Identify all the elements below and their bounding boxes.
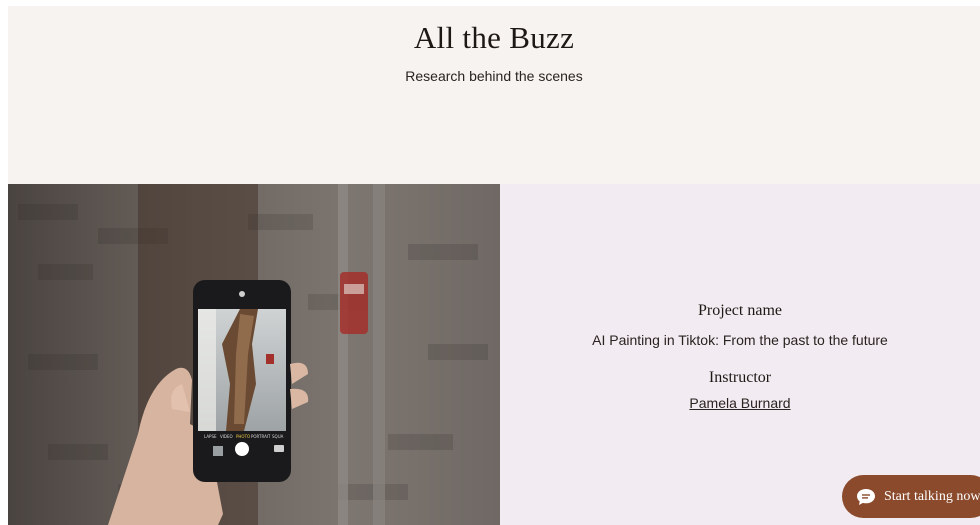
instructor-heading: Instructor	[708, 369, 772, 386]
page: All the Buzz Research behind the scenes	[8, 6, 980, 525]
hero-photo: LAPSE VIDEO PHOTO PORTRAIT SQUA	[8, 184, 500, 525]
start-chat-button[interactable]: Start talking now	[842, 475, 980, 518]
camera-mode-label: VIDEO	[220, 434, 233, 439]
project-name-heading: Project name	[698, 302, 782, 319]
camera-mode-label: PORTRAIT	[251, 434, 271, 439]
camera-mode-label: LAPSE	[204, 434, 217, 439]
project-info-panel: Project name AI Painting in Tiktok: From…	[500, 184, 980, 525]
instructor-link[interactable]: Pamela Burnard	[500, 395, 980, 411]
page-title: All the Buzz	[413, 20, 575, 55]
camera-mode-label: SQUA	[272, 434, 284, 439]
chat-button-label: Start talking now	[884, 488, 980, 504]
project-name-value: AI Painting in Tiktok: From the past to …	[592, 332, 888, 348]
page-subtitle: Research behind the scenes	[405, 68, 583, 84]
camera-mode-label: PHOTO	[236, 434, 250, 439]
chat-bubble-icon	[857, 488, 875, 505]
